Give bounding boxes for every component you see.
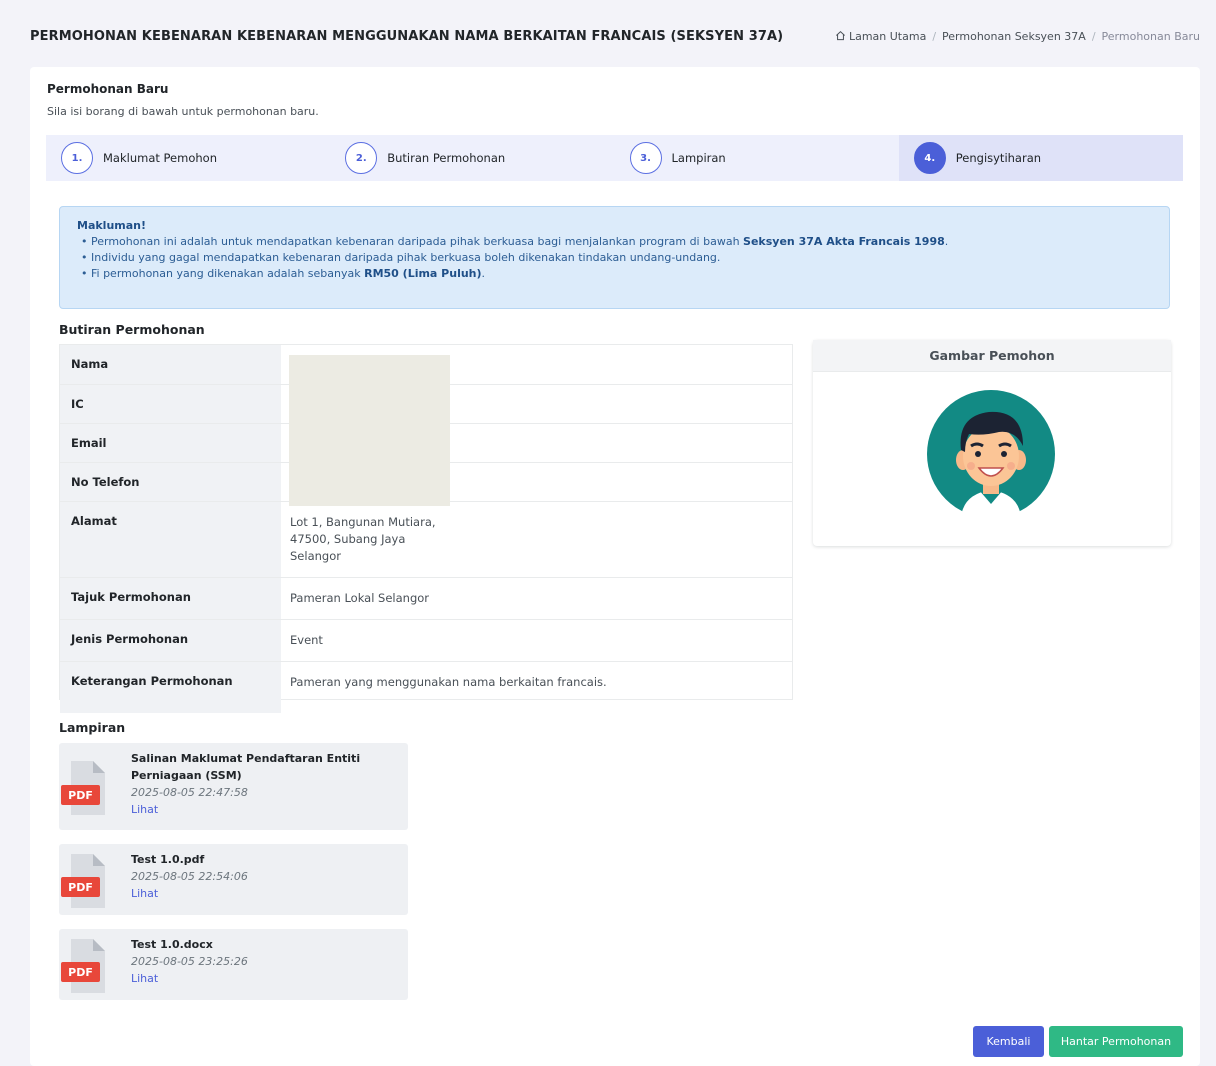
attachment-date: 2025-08-05 22:54:06 <box>131 870 248 883</box>
table-row: Keterangan Permohonan Pameran yang menggu… <box>60 661 792 713</box>
alert-text: . <box>481 267 486 280</box>
attachment-item: PDF Salinan Maklumat Pendaftaran Entiti … <box>59 743 408 830</box>
row-value-address: Lot 1, Bangunan Mutiara, 47500, Subang Ja… <box>281 501 792 578</box>
step-label: Butiran Permohonan <box>387 151 506 165</box>
pdf-badge: PDF <box>61 785 100 805</box>
step-number: 3. <box>629 142 662 174</box>
breadcrumb-home[interactable]: Laman Utama <box>835 30 926 43</box>
table-row: Jenis Permohonan Event <box>60 619 792 662</box>
row-label: IC <box>60 384 281 424</box>
alert-text: . <box>944 235 949 248</box>
step-label: Lampiran <box>671 151 726 165</box>
row-value: Pameran Lokal Selangor <box>281 577 792 620</box>
home-icon <box>835 30 845 40</box>
main-card: Permohonan Baru Sila isi borang di bawah… <box>30 67 1200 1066</box>
view-attachment-link[interactable]: Lihat <box>131 970 381 987</box>
info-alert: Makluman! Permohonan ini adalah untuk me… <box>59 206 1170 309</box>
step-number: 1. <box>61 142 93 174</box>
row-label: Keterangan Permohonan <box>60 661 281 713</box>
view-attachment-link[interactable]: Lihat <box>131 885 381 902</box>
breadcrumb-seksyen[interactable]: Permohonan Seksyen 37A <box>942 30 1086 43</box>
table-row: Alamat Lot 1, Bangunan Mutiara, 47500, Sub… <box>60 501 792 578</box>
attachments-section-title: Lampiran <box>59 720 126 735</box>
row-label: Jenis Permohonan <box>60 619 281 662</box>
attachment-info: Test 1.0.docx 2025-08-05 23:25:26 Lihat <box>131 936 381 987</box>
alert-list: Permohonan ini adalah untuk mendapatkan … <box>77 234 1152 282</box>
step-number: 4. <box>913 142 946 174</box>
breadcrumb-separator: / <box>932 29 937 43</box>
wizard-steps: 1. Maklumat Pemohon 2. Butiran Permohona… <box>46 135 1183 181</box>
page-title: PERMOHONAN KEBENARAN KEBENARAN MENGGUNAK… <box>30 28 784 44</box>
pdf-badge: PDF <box>61 877 100 897</box>
breadcrumb-current: Permohonan Baru <box>1101 29 1200 43</box>
attachment-item: PDF Test 1.0.docx 2025-08-05 23:25:26 Li… <box>59 929 408 1000</box>
attachment-name: Test 1.0.docx <box>131 938 213 951</box>
address-line: 47500, Subang Jaya <box>290 531 406 546</box>
row-value: Event <box>281 619 792 662</box>
pdf-badge: PDF <box>61 962 100 982</box>
alert-bold: Seksyen 37A Akta Francais 1998 <box>743 235 945 248</box>
step-number: 2. <box>345 142 378 174</box>
attachment-name: Test 1.0.pdf <box>131 853 205 866</box>
breadcrumb-separator: / <box>1091 29 1096 43</box>
attachment-info: Test 1.0.pdf 2025-08-05 22:54:06 Lihat <box>131 851 381 902</box>
row-label: Alamat <box>60 501 281 578</box>
address-line: Selangor <box>290 548 341 563</box>
step-pengisytiharan[interactable]: 4. Pengisytiharan <box>898 135 1183 181</box>
breadcrumb-home-label: Laman Utama <box>848 29 927 43</box>
row-label: Email <box>60 423 281 463</box>
attachment-info: Salinan Maklumat Pendaftaran Entiti Pern… <box>131 750 381 818</box>
address-line: Lot 1, Bangunan Mutiara, <box>290 514 436 529</box>
alert-text: Fi permohonan yang dikenakan adalah seba… <box>91 267 365 280</box>
row-label: Nama <box>60 345 281 385</box>
details-table: Nama IC Email No Telefon Alamat Lot 1, Ba… <box>59 344 793 713</box>
table-row: Tajuk Permohonan Pameran Lokal Selangor <box>60 577 792 620</box>
attachment-date: 2025-08-05 23:25:26 <box>131 955 248 968</box>
submit-application-button[interactable]: Hantar Permohonan <box>1049 1026 1183 1057</box>
alert-item: Individu yang gagal mendapatkan kebenara… <box>81 250 1152 266</box>
back-button[interactable]: Kembali <box>973 1026 1044 1057</box>
card-title: Permohonan Baru <box>47 82 169 96</box>
step-label: Pengisytiharan <box>955 151 1042 165</box>
photo-card: Gambar Pemohon <box>813 340 1171 546</box>
alert-item: Permohonan ini adalah untuk mendapatkan … <box>81 234 1152 250</box>
step-butiran-permohonan[interactable]: 2. Butiran Permohonan <box>330 135 614 181</box>
card-subtitle: Sila isi borang di bawah untuk permohona… <box>47 105 319 118</box>
photo-card-title: Gambar Pemohon <box>813 340 1171 372</box>
step-lampiran[interactable]: 3. Lampiran <box>615 135 899 181</box>
breadcrumb: Laman Utama / Permohonan Seksyen 37A / P… <box>835 30 1200 43</box>
alert-title: Makluman! <box>77 219 147 232</box>
alert-text: Permohonan ini adalah untuk mendapatkan … <box>91 235 744 248</box>
step-maklumat-pemohon[interactable]: 1. Maklumat Pemohon <box>46 135 330 181</box>
view-attachment-link[interactable]: Lihat <box>131 801 381 818</box>
alert-item: Fi permohonan yang dikenakan adalah seba… <box>81 266 1152 282</box>
row-label: Tajuk Permohonan <box>60 577 281 620</box>
row-label: No Telefon <box>60 462 281 502</box>
page-header: PERMOHONAN KEBENARAN KEBENARAN MENGGUNAK… <box>30 24 1200 48</box>
alert-bold: RM50 (Lima Puluh) <box>364 267 482 280</box>
row-value: Pameran yang menggunakan nama berkaitan … <box>290 674 607 689</box>
avatar-illustration <box>927 390 1055 518</box>
attachment-date: 2025-08-05 22:47:58 <box>131 786 248 799</box>
attachment-item: PDF Test 1.0.pdf 2025-08-05 22:54:06 Lih… <box>59 844 408 915</box>
redacted-block <box>289 355 450 506</box>
details-section-title: Butiran Permohonan <box>59 322 205 337</box>
attachment-name: Salinan Maklumat Pendaftaran Entiti Pern… <box>131 752 361 782</box>
step-label: Maklumat Pemohon <box>103 151 217 165</box>
